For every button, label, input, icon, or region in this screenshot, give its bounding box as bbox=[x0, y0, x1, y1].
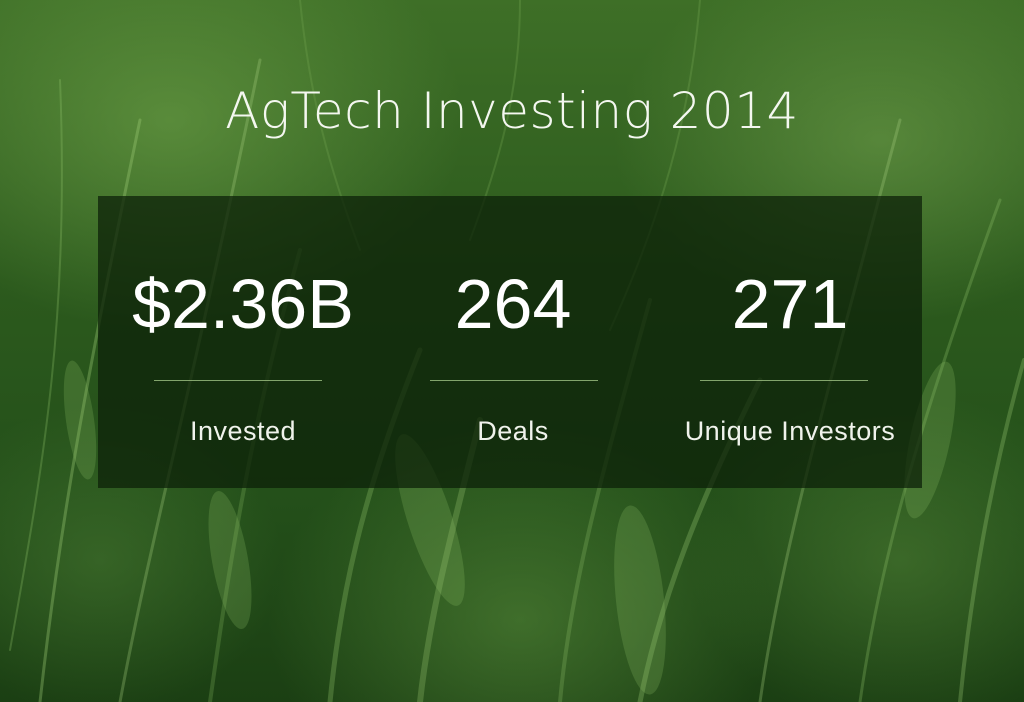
stat-deals: 264 Deals bbox=[398, 196, 628, 488]
divider-line bbox=[700, 380, 868, 381]
stat-unique-investors: 271 Unique Investors bbox=[658, 196, 922, 488]
divider-line bbox=[430, 380, 598, 381]
stat-label: Invested bbox=[189, 416, 297, 446]
stat-value: 264 bbox=[454, 265, 572, 343]
stats-panel: $2.36B Invested 264 Deals 271 Unique Inv… bbox=[98, 196, 922, 488]
stat-label: Deals bbox=[477, 416, 549, 446]
page-title: AgTech Investing 2014 bbox=[225, 82, 799, 140]
stat-value: 271 bbox=[731, 265, 849, 343]
infographic-slide: AgTech Investing 2014 $2.36B Invested 26… bbox=[0, 0, 1024, 702]
divider-line bbox=[154, 380, 322, 381]
stat-value: $2.36B bbox=[132, 265, 354, 343]
stat-label: Unique Investors bbox=[684, 416, 896, 446]
stat-invested: $2.36B Invested bbox=[98, 196, 388, 488]
